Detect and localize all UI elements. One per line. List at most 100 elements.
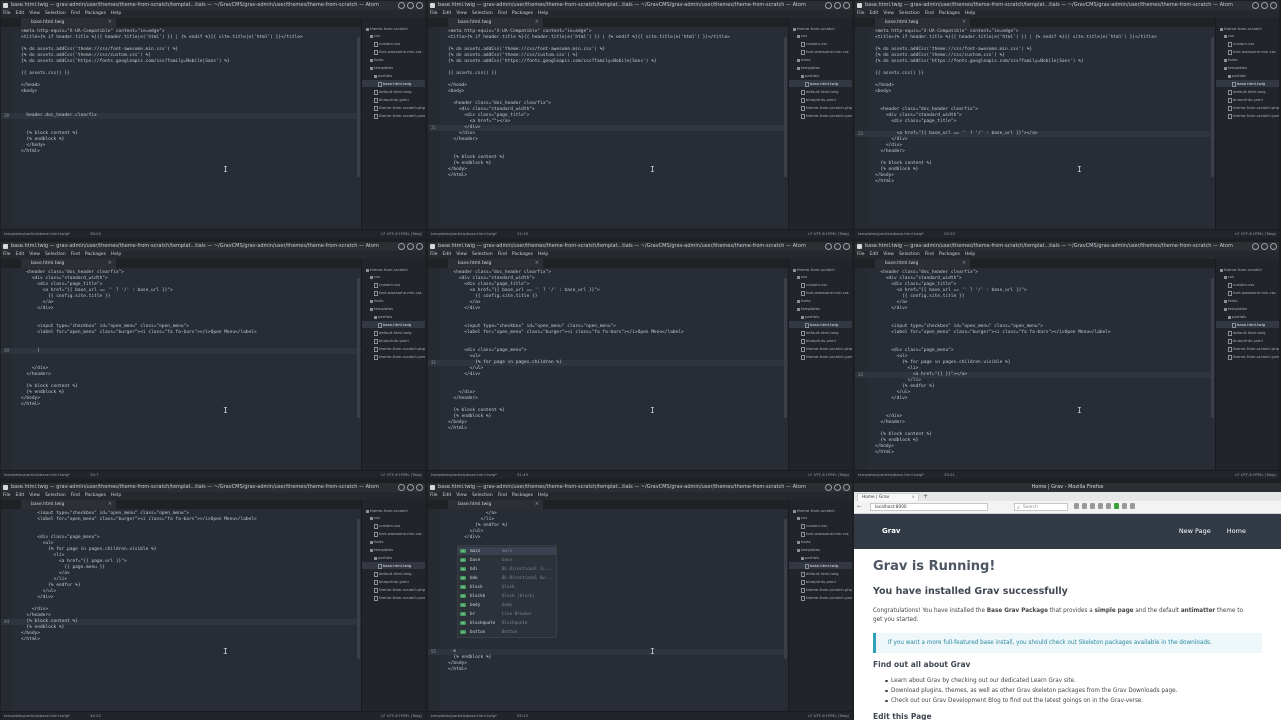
tree-item-theme-from-scratch-yaml[interactable]: theme-from-scratch.yaml <box>801 112 852 119</box>
minimize-button[interactable] <box>398 484 405 491</box>
vertical-scrollbar[interactable] <box>1211 278 1214 418</box>
close-icon[interactable]: × <box>108 500 112 509</box>
nav-link-home[interactable]: Home <box>1227 527 1246 535</box>
status-file-path[interactable]: templates/partials/base.html.twig* <box>4 472 70 477</box>
tree-item-templates[interactable]: templates <box>1224 305 1247 312</box>
minimize-button[interactable] <box>398 243 405 250</box>
tree-item-default-html-twig[interactable]: default.html.twig <box>374 329 411 336</box>
tree-item-templates[interactable]: templates <box>797 546 820 553</box>
status-cursor-position[interactable]: 44:22 <box>90 713 101 718</box>
menu-item-view[interactable]: View <box>29 11 40 16</box>
maximize-button[interactable] <box>834 243 841 250</box>
menu-item-edit[interactable]: Edit <box>443 252 452 257</box>
status-file-path[interactable]: templates/partials/base.html.twig* <box>431 713 497 718</box>
tree-item-theme-from-scratch-yaml[interactable]: theme-from-scratch.yaml <box>374 353 425 360</box>
status-encoding-grammar[interactable]: LF UTF-8 HTML (Twig) <box>808 712 849 720</box>
tree-item-blueprints-yaml[interactable]: blueprints.yaml <box>374 578 409 585</box>
tree-item-fonts[interactable]: fonts <box>797 297 811 304</box>
menu-item-edit[interactable]: Edit <box>443 11 452 16</box>
menu-item-help[interactable]: Help <box>111 493 121 498</box>
tree-item-font-awesome-min-css[interactable]: font-awesome.min.css <box>801 289 849 296</box>
tree-item-fonts[interactable]: fonts <box>1224 56 1238 63</box>
maximize-button[interactable] <box>834 2 841 9</box>
tree-root-folder[interactable]: theme-from-scratch <box>366 266 408 273</box>
tree-root-folder[interactable]: theme-from-scratch <box>366 25 408 32</box>
tree-item-partials[interactable]: partials <box>1228 72 1246 79</box>
tree-item-css[interactable]: css <box>370 514 380 521</box>
status-encoding-grammar[interactable]: LF UTF-8 HTML (Twig) <box>381 230 422 238</box>
status-file-path[interactable]: templates/partials/base.html.twig* <box>858 472 924 477</box>
status-encoding-grammar[interactable]: LF UTF-8 HTML (Twig) <box>381 471 422 479</box>
menu-item-packages[interactable]: Packages <box>512 11 533 16</box>
menu-item-view[interactable]: View <box>883 252 894 257</box>
vertical-scrollbar[interactable] <box>784 519 787 659</box>
close-button[interactable] <box>416 243 423 250</box>
menu-item-selection[interactable]: Selection <box>45 252 66 257</box>
menu-item-edit[interactable]: Edit <box>870 11 879 16</box>
close-icon[interactable]: × <box>535 259 539 268</box>
tree-item-font-awesome-min-css[interactable]: font-awesome.min.css <box>374 48 422 55</box>
star-icon[interactable] <box>1074 503 1079 509</box>
tree-item-fonts[interactable]: fonts <box>370 538 384 545</box>
menu-item-find[interactable]: Find <box>925 252 934 257</box>
tree-item-default-html-twig[interactable]: default.html.twig <box>801 329 838 336</box>
tree-item-font-awesome-min-css[interactable]: font-awesome.min.css <box>1228 289 1276 296</box>
menu-item-find[interactable]: Find <box>71 252 80 257</box>
tree-item-css[interactable]: css <box>797 32 807 39</box>
nav-link-new-page[interactable]: New Page <box>1179 527 1211 535</box>
menu-item-selection[interactable]: Selection <box>472 11 493 16</box>
tree-item-templates[interactable]: templates <box>370 305 393 312</box>
status-file-path[interactable]: templates/partials/base.html.twig* <box>431 231 497 236</box>
menu-item-selection[interactable]: Selection <box>472 493 493 498</box>
menu-item-view[interactable]: View <box>29 493 40 498</box>
tree-item-base-html-twig[interactable]: base.html.twig <box>362 562 425 569</box>
tree-item-blueprints-yaml[interactable]: blueprints.yaml <box>1228 337 1263 344</box>
extension-icon[interactable] <box>1114 503 1119 509</box>
tree-item-theme-from-scratch-yaml[interactable]: theme-from-scratch.yaml <box>1228 112 1279 119</box>
close-icon[interactable]: × <box>535 500 539 509</box>
menu-item-edit[interactable]: Edit <box>16 493 25 498</box>
close-icon[interactable]: × <box>108 259 112 268</box>
editor-tab[interactable]: base.html.twig × <box>21 18 116 27</box>
menu-item-selection[interactable]: Selection <box>45 11 66 16</box>
status-encoding-grammar[interactable]: LF UTF-8 HTML (Twig) <box>1235 471 1276 479</box>
code-editor[interactable]: 44 <input type="checkbox" id="open_menu"… <box>1 509 361 712</box>
tree-item-base-html-twig[interactable]: base.html.twig <box>362 80 425 87</box>
vertical-scrollbar[interactable] <box>1211 37 1214 177</box>
tree-item-css[interactable]: css <box>797 273 807 280</box>
tree-item-css[interactable]: css <box>370 32 380 39</box>
tree-item-custom-css[interactable]: custom.css <box>1228 40 1254 47</box>
minimize-button[interactable] <box>1252 2 1259 9</box>
status-file-path[interactable]: templates/partials/base.html.twig* <box>431 472 497 477</box>
close-button[interactable] <box>843 2 850 9</box>
menu-item-file[interactable]: File <box>3 252 11 257</box>
tree-item-base-html-twig[interactable]: base.html.twig <box>1216 80 1279 87</box>
tree-item-base-html-twig[interactable]: base.html.twig <box>362 321 425 328</box>
editor-tab[interactable]: base.html.twig × <box>875 259 970 268</box>
close-button[interactable] <box>843 484 850 491</box>
tree-item-fonts[interactable]: fonts <box>797 538 811 545</box>
menu-item-find[interactable]: Find <box>498 252 507 257</box>
editor-tab[interactable]: base.html.twig × <box>21 500 116 509</box>
tree-item-default-html-twig[interactable]: default.html.twig <box>374 570 411 577</box>
tree-root-folder[interactable]: theme-from-scratch <box>793 266 835 273</box>
menu-item-file[interactable]: File <box>430 11 438 16</box>
menu-item-packages[interactable]: Packages <box>939 252 960 257</box>
tree-item-theme-from-scratch-php[interactable]: theme-from-scratch.php <box>801 104 852 111</box>
close-button[interactable] <box>416 484 423 491</box>
tree-item-font-awesome-min-css[interactable]: font-awesome.min.css <box>801 48 849 55</box>
menu-item-view[interactable]: View <box>456 252 467 257</box>
pocket-icon[interactable] <box>1106 503 1111 509</box>
tree-item-fonts[interactable]: fonts <box>370 297 384 304</box>
tree-item-custom-css[interactable]: custom.css <box>1228 281 1254 288</box>
status-encoding-grammar[interactable]: LF UTF-8 HTML (Twig) <box>1235 230 1276 238</box>
menu-item-find[interactable]: Find <box>498 493 507 498</box>
vertical-scrollbar[interactable] <box>784 278 787 418</box>
new-tab-icon[interactable]: + <box>923 492 928 501</box>
menu-item-selection[interactable]: Selection <box>899 252 920 257</box>
tree-item-theme-from-scratch-yaml[interactable]: theme-from-scratch.yaml <box>801 594 852 601</box>
tree-item-fonts[interactable]: fonts <box>370 56 384 63</box>
tree-item-blueprints-yaml[interactable]: blueprints.yaml <box>374 337 409 344</box>
tree-item-theme-from-scratch-yaml[interactable]: theme-from-scratch.yaml <box>1228 353 1279 360</box>
maximize-button[interactable] <box>407 2 414 9</box>
